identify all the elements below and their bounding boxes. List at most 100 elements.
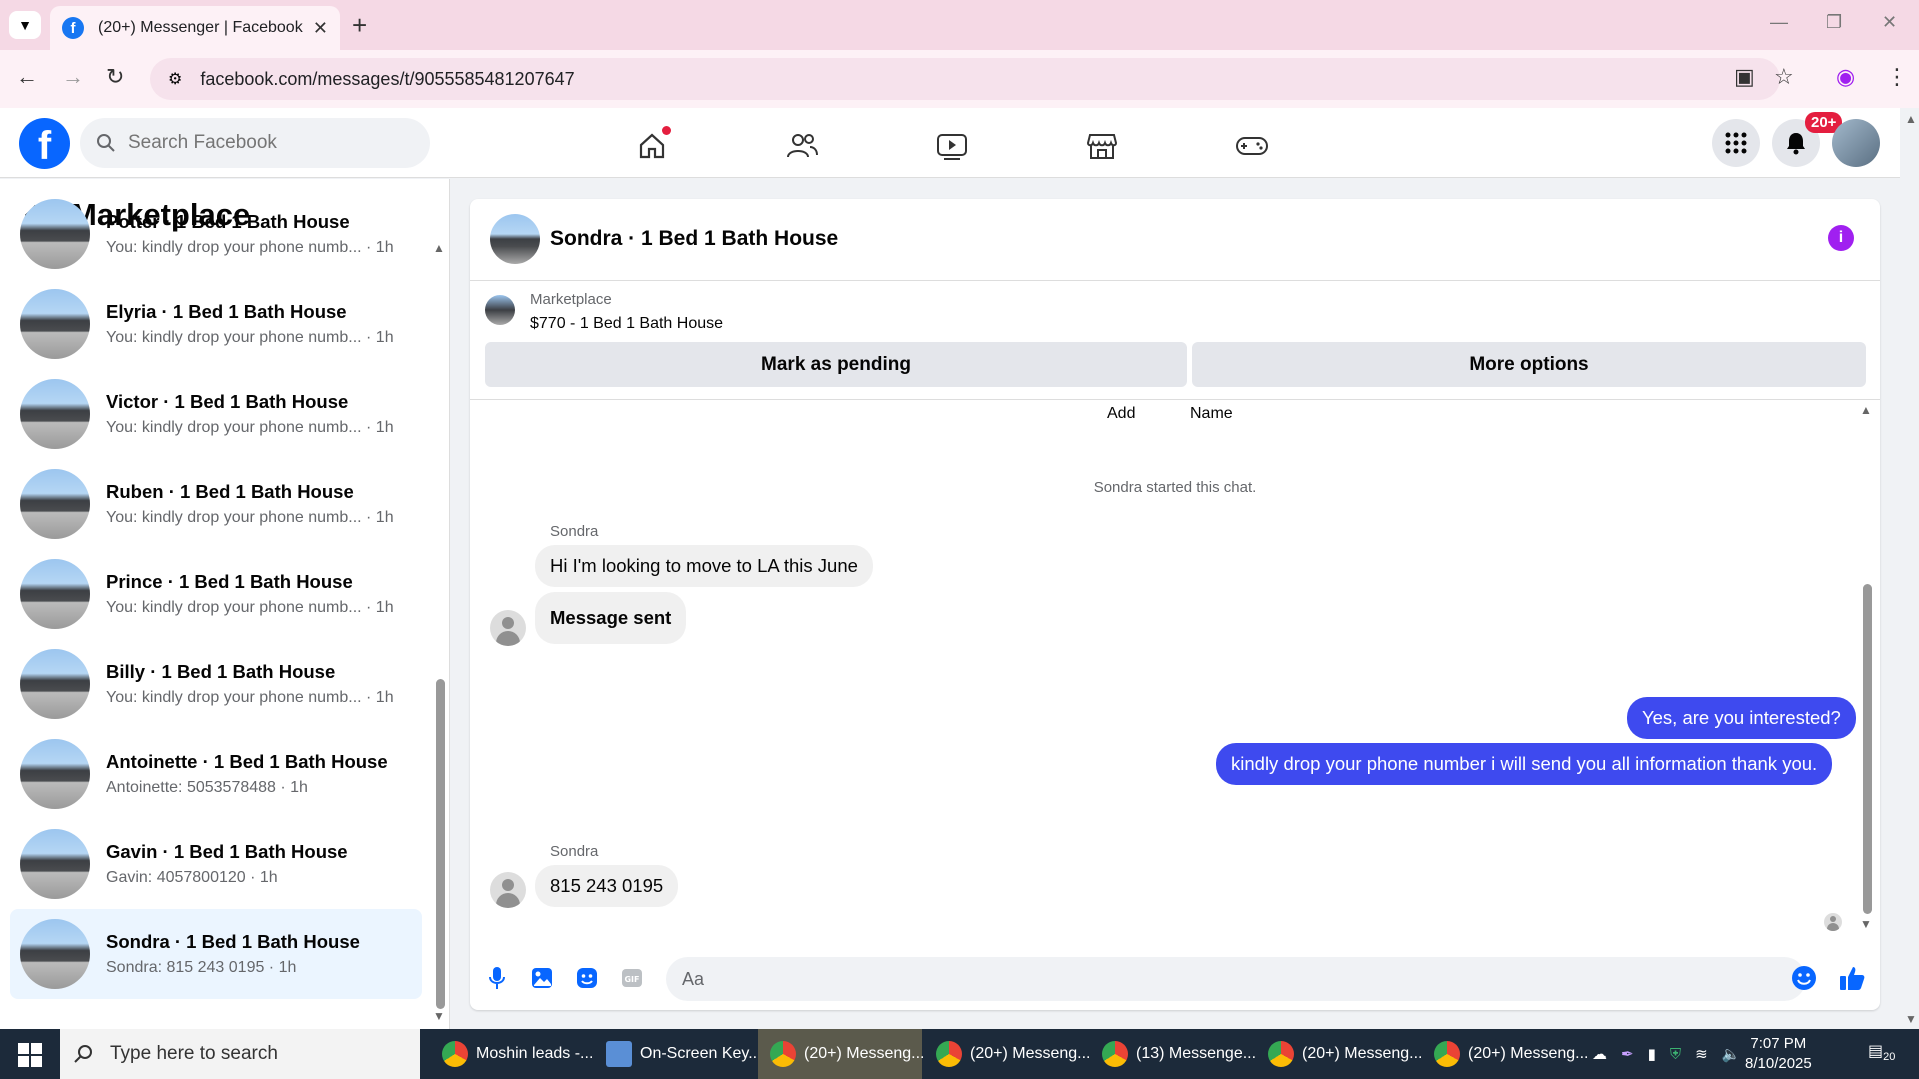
- sender-avatar[interactable]: [490, 872, 526, 908]
- bookmark-star-icon[interactable]: ☆: [1774, 64, 1794, 90]
- scroll-down-arrow-icon[interactable]: ▼: [433, 1009, 445, 1023]
- conversation-name: Ruben · 1 Bed 1 Bath House: [106, 481, 354, 502]
- sidebar-scrollbar[interactable]: [436, 679, 445, 1009]
- browser-tab-active[interactable]: f (20+) Messenger | Facebook ✕: [50, 6, 340, 50]
- install-app-icon[interactable]: ▣: [1734, 64, 1755, 90]
- avatar: [20, 649, 90, 719]
- sender-name: Sondra: [550, 523, 599, 540]
- taskbar-app-keyboard[interactable]: On-Screen Key...: [594, 1029, 762, 1079]
- battery-icon[interactable]: ▮: [1648, 1045, 1656, 1063]
- account-avatar[interactable]: [1832, 119, 1880, 167]
- more-options-button[interactable]: More options: [1192, 342, 1866, 387]
- gaming-nav-icon[interactable]: [1232, 128, 1272, 164]
- home-nav-icon[interactable]: [632, 126, 672, 164]
- taskbar-clock[interactable]: 7:07 PM 8/10/2025: [1745, 1034, 1812, 1074]
- chat-scrollbar[interactable]: [1863, 584, 1872, 914]
- home-unread-dot: [662, 126, 671, 135]
- chrome-icon: [1102, 1041, 1128, 1067]
- taskbar-app-label: On-Screen Key...: [640, 1045, 762, 1062]
- taskbar-app-chrome[interactable]: Moshin leads -...: [430, 1029, 593, 1079]
- facebook-header: f 20+: [0, 108, 1900, 178]
- conversation-item-prince[interactable]: Prince · 1 Bed 1 Bath House You: kindly d…: [10, 549, 422, 639]
- volume-icon[interactable]: 🔈: [1722, 1045, 1741, 1063]
- chat-title[interactable]: Sondra · 1 Bed 1 Bath House: [550, 227, 838, 251]
- friends-nav-icon[interactable]: [782, 128, 822, 164]
- menu-kebab-icon[interactable]: ⋮: [1886, 64, 1908, 90]
- sender-name: Sondra: [550, 843, 599, 860]
- taskbar-app-chrome-active[interactable]: (20+) Messeng...: [758, 1029, 925, 1079]
- sender-avatar[interactable]: [490, 610, 526, 646]
- reload-icon[interactable]: ↻: [106, 64, 124, 90]
- page-scroll-up-icon[interactable]: ▲: [1905, 112, 1917, 126]
- profile-icon[interactable]: ◉: [1836, 64, 1855, 90]
- scroll-up-arrow-icon[interactable]: ▲: [1860, 403, 1872, 417]
- windows-start-icon[interactable]: [18, 1043, 42, 1067]
- security-shield-icon[interactable]: ⛨: [1670, 1046, 1681, 1063]
- minimize-icon[interactable]: —: [1770, 12, 1788, 33]
- menu-grid-icon[interactable]: [1712, 119, 1760, 167]
- facebook-search[interactable]: [80, 118, 430, 168]
- pen-icon[interactable]: ✒: [1621, 1045, 1634, 1063]
- wifi-icon[interactable]: ≋: [1695, 1045, 1708, 1063]
- thumbs-up-icon[interactable]: [1838, 964, 1866, 992]
- conversation-item-gavin[interactable]: Gavin · 1 Bed 1 Bath House Gavin: 4057800…: [10, 819, 422, 909]
- conversation-item-elyria[interactable]: Elyria · 1 Bed 1 Bath House You: kindly d…: [10, 279, 422, 369]
- taskbar-app-label: (20+) Messeng...: [1302, 1045, 1423, 1062]
- listing-source: Marketplace: [530, 291, 612, 308]
- page-scroll-down-icon[interactable]: ▼: [1905, 1012, 1917, 1026]
- conversation-item-potter[interactable]: Potter · 1 Bed 1 Bath House You: kindly d…: [10, 189, 422, 279]
- emoji-icon[interactable]: [1790, 964, 1818, 992]
- taskbar-app-chrome[interactable]: (20+) Messeng...: [924, 1029, 1091, 1079]
- message-bubble-incoming[interactable]: Hi I'm looking to move to LA this June: [535, 545, 873, 587]
- message-input[interactable]: [666, 957, 1806, 1001]
- window-close-icon[interactable]: ✕: [1882, 12, 1897, 33]
- taskbar-app-chrome[interactable]: (20+) Messeng...: [1422, 1029, 1589, 1079]
- taskbar-search[interactable]: Type here to search: [60, 1029, 420, 1079]
- gif-icon[interactable]: GIF: [618, 964, 646, 992]
- site-settings-icon[interactable]: ⚙: [168, 69, 182, 89]
- chat-avatar[interactable]: [490, 214, 540, 264]
- mark-as-pending-button[interactable]: Mark as pending: [485, 342, 1187, 387]
- chrome-icon: [442, 1041, 468, 1067]
- close-tab-icon[interactable]: ✕: [313, 18, 328, 39]
- message-bubble-outgoing[interactable]: Yes, are you interested?: [1627, 697, 1856, 739]
- avatar: [20, 469, 90, 539]
- notification-center-icon[interactable]: ▤20: [1868, 1041, 1895, 1063]
- conversation-item-victor[interactable]: Victor · 1 Bed 1 Bath House You: kindly d…: [10, 369, 422, 459]
- conversation-name: Antoinette · 1 Bed 1 Bath House: [106, 751, 388, 772]
- message-bubble-incoming[interactable]: 815 243 0195: [535, 865, 679, 907]
- message-bubble-outgoing[interactable]: kindly drop your phone number i will sen…: [1216, 743, 1833, 785]
- conversation-item-sondra[interactable]: Sondra · 1 Bed 1 Bath House Sondra: 815 2…: [10, 909, 422, 999]
- taskbar-app-chrome[interactable]: (13) Messenge...: [1090, 1029, 1256, 1079]
- onedrive-icon[interactable]: ☁: [1592, 1045, 1607, 1063]
- clock-date: 8/10/2025: [1745, 1055, 1812, 1072]
- conversation-name: Prince · 1 Bed 1 Bath House: [106, 571, 353, 592]
- notification-center-count: 20: [1883, 1051, 1896, 1064]
- taskbar-app-chrome[interactable]: (20+) Messeng...: [1256, 1029, 1423, 1079]
- forward-arrow-icon[interactable]: →: [62, 64, 84, 90]
- conversation-item-ruben[interactable]: Ruben · 1 Bed 1 Bath House You: kindly dr…: [10, 459, 422, 549]
- microphone-icon[interactable]: [483, 964, 511, 992]
- marketplace-nav-icon[interactable]: [1082, 128, 1122, 164]
- address-bar[interactable]: ⚙ facebook.com/messages/t/90555854812076…: [150, 58, 1780, 100]
- sticker-icon[interactable]: [573, 964, 601, 992]
- system-tray: ☁ ✒ ▮ ⛨ ≋ 🔈: [1592, 1029, 1740, 1079]
- conversation-item-billy[interactable]: Billy · 1 Bed 1 Bath House You: kindly dr…: [10, 639, 422, 729]
- add-label: Add: [1107, 405, 1136, 422]
- tab-title: (20+) Messenger | Facebook: [98, 19, 303, 36]
- tab-search-button[interactable]: ▼: [9, 11, 41, 39]
- scroll-down-arrow-icon[interactable]: ▼: [1860, 917, 1872, 931]
- info-icon[interactable]: i: [1828, 225, 1854, 251]
- name-label: Name: [1190, 405, 1233, 422]
- avatar: [20, 829, 90, 899]
- facebook-logo-icon[interactable]: f: [19, 118, 70, 169]
- back-arrow-icon[interactable]: ←: [16, 64, 38, 90]
- new-tab-button[interactable]: +: [352, 10, 367, 41]
- restore-icon[interactable]: ❐: [1826, 12, 1842, 33]
- conversation-item-antoinette[interactable]: Antoinette · 1 Bed 1 Bath House Antoinett…: [10, 729, 422, 819]
- scroll-up-arrow-icon[interactable]: ▲: [433, 241, 445, 255]
- search-input[interactable]: [128, 132, 408, 154]
- image-attach-icon[interactable]: [528, 964, 556, 992]
- message-bubble-incoming[interactable]: Message sent: [535, 592, 687, 644]
- video-nav-icon[interactable]: [932, 128, 972, 164]
